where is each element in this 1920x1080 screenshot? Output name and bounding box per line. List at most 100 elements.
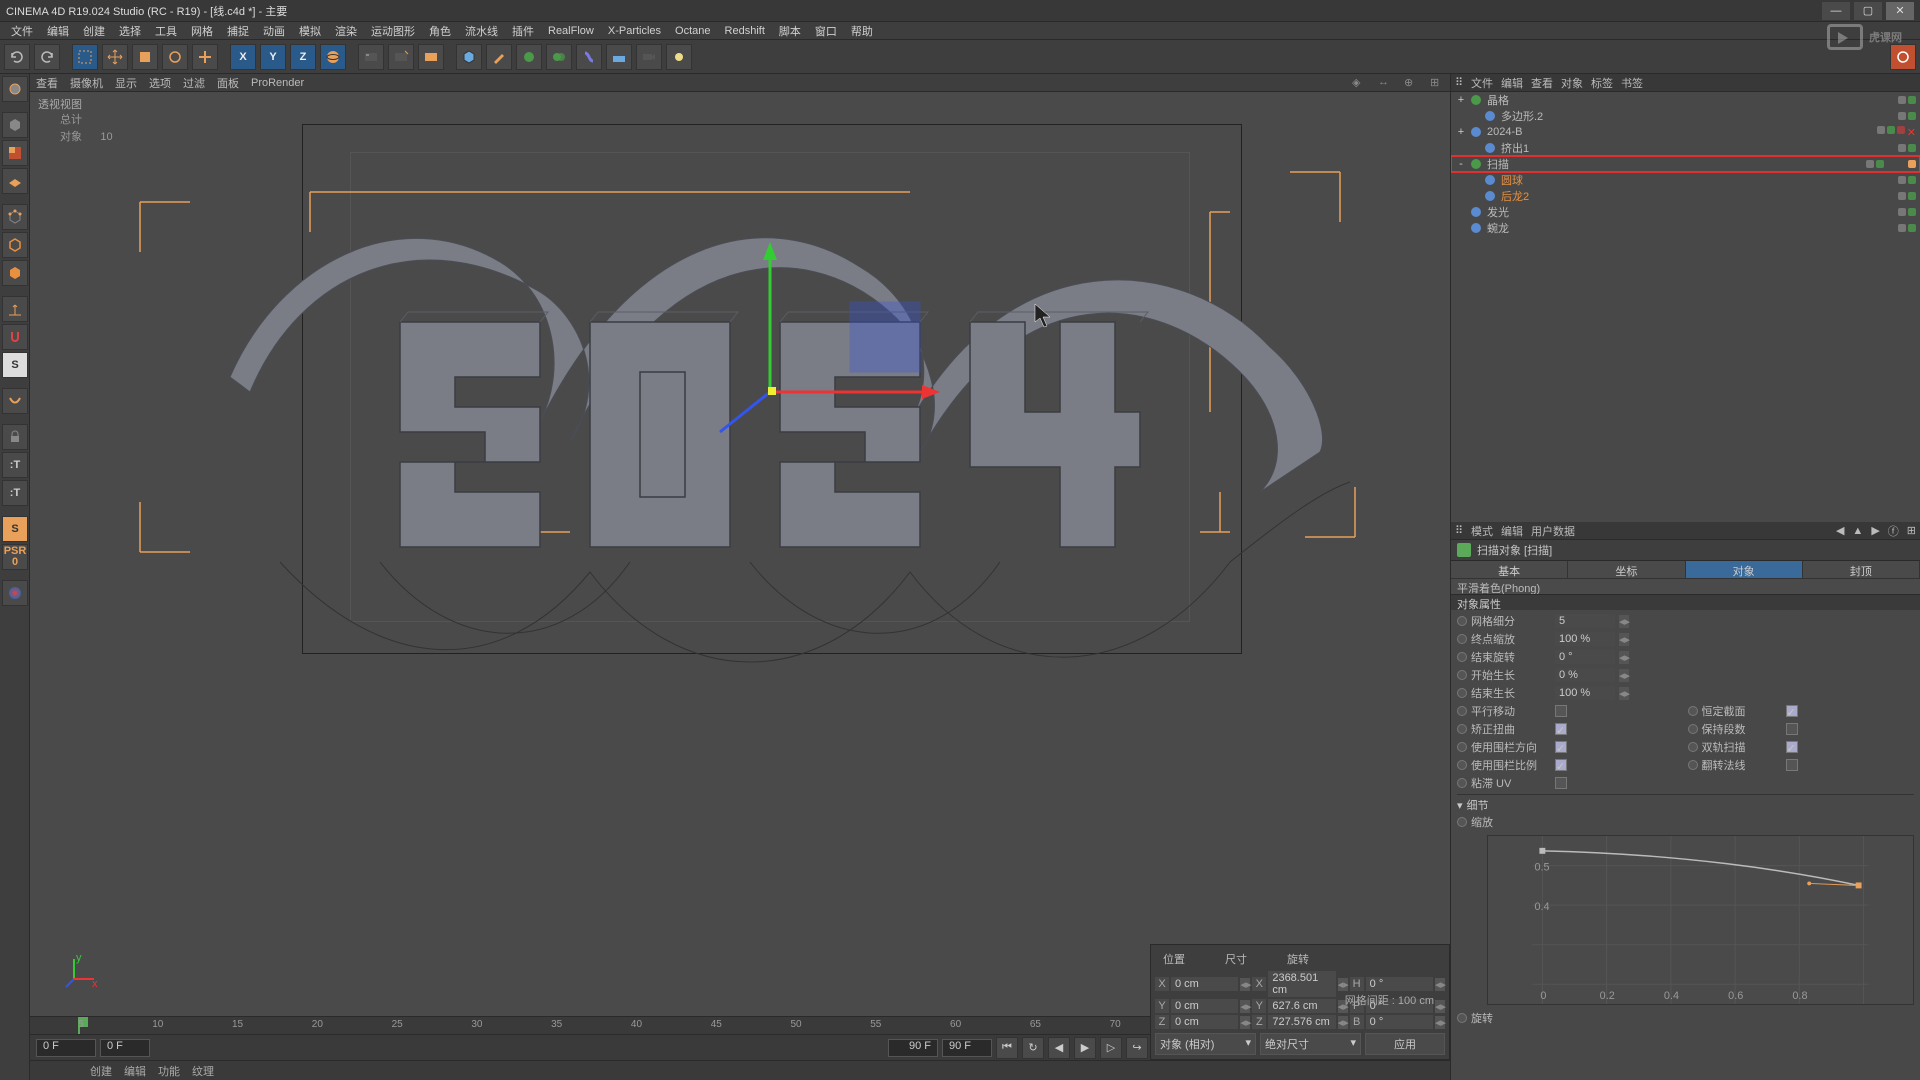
x-lock-button[interactable]: X bbox=[230, 44, 256, 70]
menu-窗口[interactable]: 窗口 bbox=[808, 21, 844, 41]
snap-settings-button[interactable]: S bbox=[2, 352, 28, 378]
vphdr-查看[interactable]: 查看 bbox=[36, 75, 58, 91]
rotate-tool[interactable] bbox=[162, 44, 188, 70]
object-row[interactable]: + 晶格 bbox=[1451, 92, 1920, 108]
nav-up-icon[interactable]: ▲ bbox=[1852, 525, 1863, 537]
end-frame-field-2[interactable]: 90 F bbox=[942, 1039, 992, 1057]
menu-创建[interactable]: 创建 bbox=[76, 21, 112, 41]
undo-button[interactable] bbox=[4, 44, 30, 70]
menu-Octane[interactable]: Octane bbox=[668, 23, 717, 39]
matmenu-纹理[interactable]: 纹理 bbox=[192, 1063, 214, 1079]
checkbox[interactable] bbox=[1555, 777, 1567, 789]
polygon-mode-button[interactable] bbox=[2, 260, 28, 286]
attr-value[interactable]: 0 ° bbox=[1555, 650, 1615, 664]
object-row[interactable]: 圆球 bbox=[1451, 172, 1920, 188]
attrmenu-用户数据[interactable]: 用户数据 bbox=[1531, 523, 1575, 539]
lock-icon[interactable] bbox=[2, 424, 28, 450]
attrmenu-编辑[interactable]: 编辑 bbox=[1501, 523, 1523, 539]
checkbox[interactable] bbox=[1786, 759, 1798, 771]
menu-运动图形[interactable]: 运动图形 bbox=[364, 21, 422, 41]
nav-fwd-icon[interactable]: ▶ bbox=[1871, 524, 1879, 537]
objmenu-书签[interactable]: 书签 bbox=[1621, 75, 1643, 91]
axis-button[interactable] bbox=[2, 296, 28, 322]
matmenu-功能[interactable]: 功能 bbox=[158, 1063, 180, 1079]
current-frame-field-2[interactable]: 0 F bbox=[100, 1039, 150, 1057]
vphdr-ProRender[interactable]: ProRender bbox=[251, 77, 304, 89]
object-tree[interactable]: + 晶格 多边形.2 + 2024-B ✕ 挤出1 - 扫描 圆球 后龙2 发光… bbox=[1451, 92, 1920, 522]
objmenu-查看[interactable]: 查看 bbox=[1531, 75, 1553, 91]
menu-编辑[interactable]: 编辑 bbox=[40, 21, 76, 41]
tab-对象[interactable]: 对象 bbox=[1686, 561, 1803, 578]
snap-s-button[interactable]: S bbox=[2, 516, 28, 542]
menu-脚本[interactable]: 脚本 bbox=[772, 21, 808, 41]
menu-动画[interactable]: 动画 bbox=[256, 21, 292, 41]
end-frame-field[interactable]: 90 F bbox=[888, 1039, 938, 1057]
menu-捕捉[interactable]: 捕捉 bbox=[220, 21, 256, 41]
object-row[interactable]: 多边形.2 bbox=[1451, 108, 1920, 124]
coord-space-dropdown[interactable]: 对象 (相对)▾ bbox=[1155, 1033, 1256, 1055]
snap-enable-button[interactable] bbox=[2, 324, 28, 350]
vphdr-摄像机[interactable]: 摄像机 bbox=[70, 75, 103, 91]
vp-icon[interactable]: ◈ bbox=[1352, 76, 1366, 90]
select-tool[interactable] bbox=[72, 44, 98, 70]
nav-back-icon[interactable]: ◀ bbox=[1836, 524, 1844, 537]
viewport[interactable]: 透视视图 总计 对象 10 bbox=[30, 92, 1450, 1016]
cube-primitive-button[interactable] bbox=[456, 44, 482, 70]
vphdr-选项[interactable]: 选项 bbox=[149, 75, 171, 91]
render-region-button[interactable] bbox=[388, 44, 414, 70]
workplane-button[interactable] bbox=[2, 388, 28, 414]
psr-button[interactable]: PSR0 bbox=[2, 544, 28, 570]
matmenu-创建[interactable]: 创建 bbox=[90, 1063, 112, 1079]
attr-value[interactable]: 100 % bbox=[1555, 686, 1615, 700]
vphdr-显示[interactable]: 显示 bbox=[115, 75, 137, 91]
objmenu-对象[interactable]: 对象 bbox=[1561, 75, 1583, 91]
menu-工具[interactable]: 工具 bbox=[148, 21, 184, 41]
checkbox[interactable] bbox=[1786, 723, 1798, 735]
play-button[interactable]: ▶ bbox=[1074, 1037, 1096, 1059]
menu-模拟[interactable]: 模拟 bbox=[292, 21, 328, 41]
menu-网格[interactable]: 网格 bbox=[184, 21, 220, 41]
scale-tool[interactable] bbox=[132, 44, 158, 70]
objmenu-标签[interactable]: 标签 bbox=[1591, 75, 1613, 91]
vphdr-过滤[interactable]: 过滤 bbox=[183, 75, 205, 91]
tab-封顶[interactable]: 封顶 bbox=[1803, 561, 1920, 578]
vp-icon[interactable]: ⊕ bbox=[1404, 76, 1418, 90]
nav-lock-icon[interactable]: ⊞ bbox=[1907, 524, 1916, 537]
material-ball-button[interactable] bbox=[2, 580, 28, 606]
menu-流水线[interactable]: 流水线 bbox=[458, 21, 505, 41]
vp-icon[interactable]: ⊞ bbox=[1430, 76, 1444, 90]
tab-基本[interactable]: 基本 bbox=[1451, 561, 1568, 578]
point-mode-button[interactable] bbox=[2, 204, 28, 230]
object-row[interactable]: 后龙2 bbox=[1451, 188, 1920, 204]
forward-button[interactable]: ↪ bbox=[1126, 1037, 1148, 1059]
checkbox[interactable]: ✓ bbox=[1555, 759, 1567, 771]
size-mode-dropdown[interactable]: 绝对尺寸▾ bbox=[1260, 1033, 1361, 1055]
tab-坐标[interactable]: 坐标 bbox=[1568, 561, 1685, 578]
pen-tool-button[interactable] bbox=[486, 44, 512, 70]
objmenu-文件[interactable]: 文件 bbox=[1471, 75, 1493, 91]
phong-tab[interactable]: 平滑着色(Phong) bbox=[1451, 578, 1920, 594]
move-tool[interactable] bbox=[102, 44, 128, 70]
deformer-button[interactable] bbox=[576, 44, 602, 70]
checkbox[interactable]: ✓ bbox=[1786, 741, 1798, 753]
next-frame-button[interactable]: ▷ bbox=[1100, 1037, 1122, 1059]
menu-帮助[interactable]: 帮助 bbox=[844, 21, 880, 41]
checkbox[interactable]: ✓ bbox=[1555, 741, 1567, 753]
redo-button[interactable] bbox=[34, 44, 60, 70]
current-frame-field[interactable]: 0 F bbox=[36, 1039, 96, 1057]
menu-Redshift[interactable]: Redshift bbox=[718, 23, 772, 39]
menu-选择[interactable]: 选择 bbox=[112, 21, 148, 41]
attr-value[interactable]: 100 % bbox=[1555, 632, 1615, 646]
object-row[interactable]: 挤出1 bbox=[1451, 140, 1920, 156]
goto-start-button[interactable]: ⏮ bbox=[996, 1037, 1018, 1059]
object-row[interactable]: - 扫描 bbox=[1451, 156, 1920, 172]
vphdr-面板[interactable]: 面板 bbox=[217, 75, 239, 91]
menu-渲染[interactable]: 渲染 bbox=[328, 21, 364, 41]
checkbox[interactable]: ✓ bbox=[1786, 705, 1798, 717]
menu-X-Particles[interactable]: X-Particles bbox=[601, 23, 668, 39]
objmenu-编辑[interactable]: 编辑 bbox=[1501, 75, 1523, 91]
world-axis-button[interactable] bbox=[320, 44, 346, 70]
attrmenu-模式[interactable]: 模式 bbox=[1471, 523, 1493, 539]
checkbox[interactable]: ✓ bbox=[1555, 723, 1567, 735]
environment-button[interactable] bbox=[606, 44, 632, 70]
